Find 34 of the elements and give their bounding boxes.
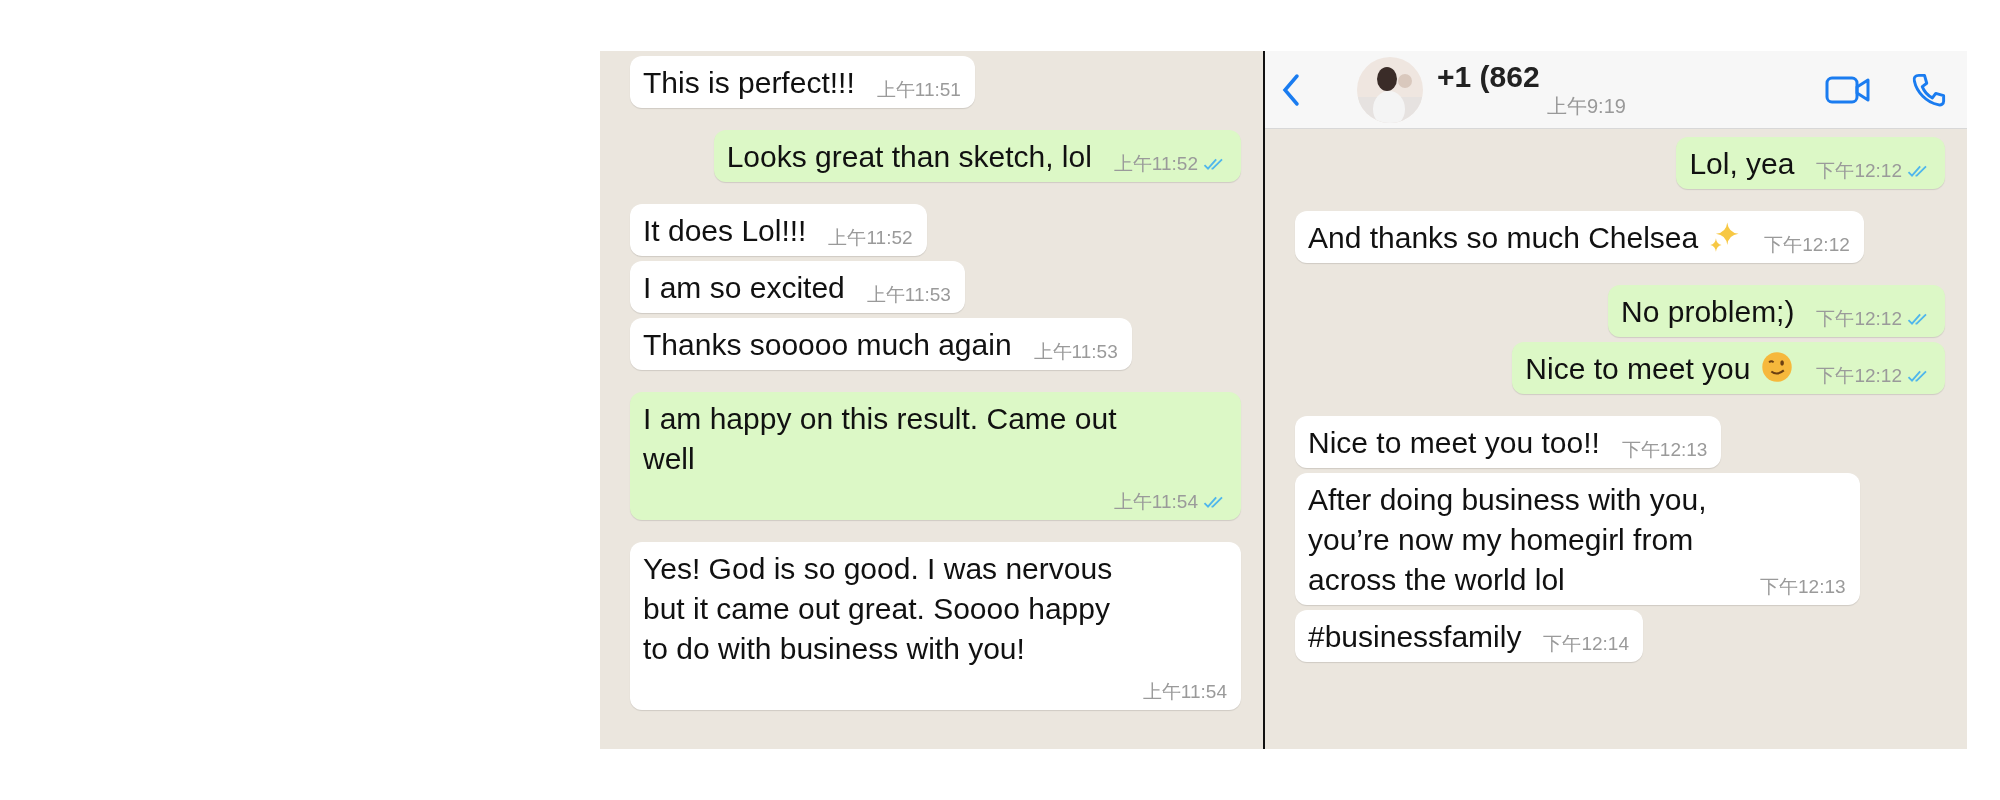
message-time: 下午12:12 [1816, 364, 1902, 388]
message-text: Thanks sooooo much again [643, 327, 1012, 363]
message-text: It does Lol!!! [643, 213, 807, 249]
message-text: Nice to meet you too!! [1308, 425, 1600, 461]
video-call-icon[interactable] [1825, 74, 1871, 105]
message-time: 下午12:12 [1764, 233, 1850, 257]
message-time: 下午12:14 [1543, 632, 1629, 656]
message-text: After doing business with you, you’re now my homegirl from across the world lol [1308, 482, 1708, 598]
message-time: 上午11:51 [876, 78, 961, 102]
message-text: This is perfect!!! [643, 65, 855, 101]
message-time: 上午11:54 [1142, 680, 1227, 704]
last-seen-text: 上午9:19 [1547, 93, 1627, 119]
message-text: Looks great than sketch, lol [726, 139, 1092, 175]
message-text: #businessfamily [1308, 619, 1522, 655]
message-time: 上午11:53 [1033, 340, 1118, 364]
message-time: 上午11:54 [1113, 490, 1198, 514]
message-text: No problem;) [1621, 294, 1795, 330]
message-text: Lol, yea [1689, 146, 1795, 182]
message-time: 上午11:52 [828, 226, 913, 250]
message-text: I am so excited [643, 270, 845, 306]
message-text: I am happy on this result. Came out well [643, 401, 1118, 477]
winking-face-icon [1760, 350, 1795, 384]
message-time: 上午11:52 [1113, 152, 1198, 176]
message-time: 下午12:12 [1816, 307, 1902, 331]
phone-call-icon[interactable] [1911, 71, 1947, 108]
message-time: 上午11:53 [866, 283, 951, 307]
contact-name: +1 (862 [1437, 60, 1541, 93]
message-text: Yes! God is so good. I was nervous but it came out great. Soooo happy to do with business with you! [643, 551, 1114, 667]
message-time: 下午12:12 [1816, 159, 1902, 183]
message-text: And thanks so much Chelsea [1308, 220, 1699, 256]
back-icon[interactable] [1281, 72, 1301, 107]
message-time: 下午12:13 [1621, 438, 1708, 462]
message-time: 下午12:13 [1760, 575, 1846, 599]
message-text: Nice to meet you [1525, 351, 1751, 387]
